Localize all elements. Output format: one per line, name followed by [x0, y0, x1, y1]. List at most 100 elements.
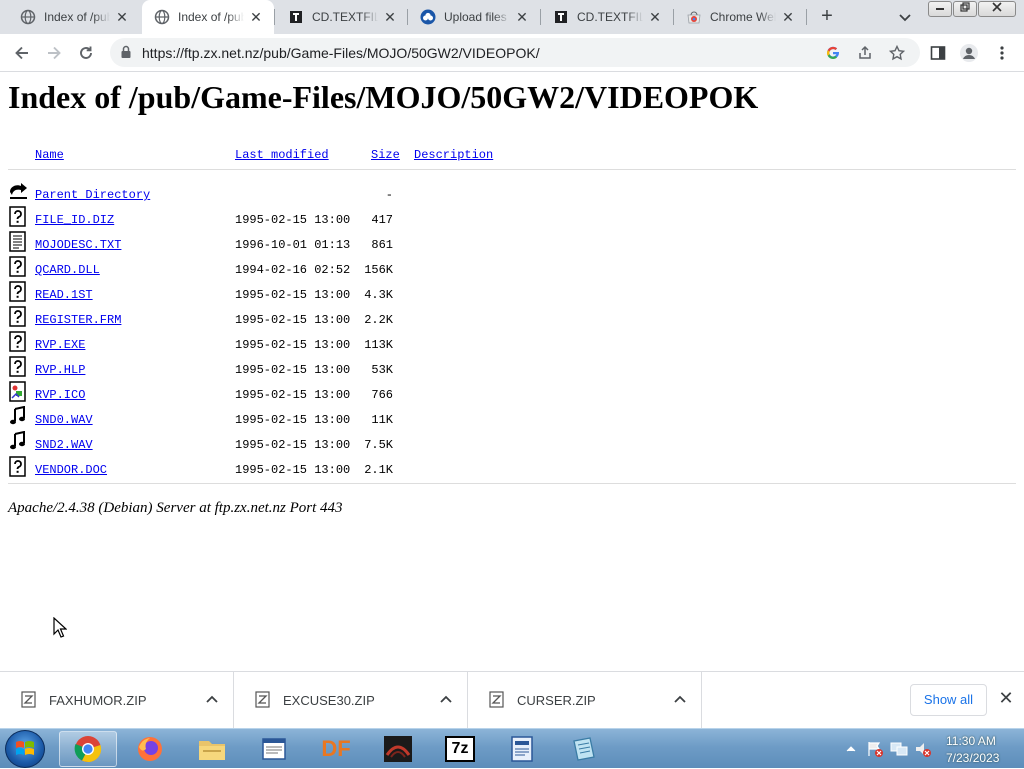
file-size: - [385, 188, 393, 202]
file-date: 1995-02-15 13:00 [235, 388, 351, 402]
side-panel-icon [930, 46, 946, 60]
action-center-flag-icon[interactable] [866, 740, 884, 758]
tab-chrome-web-store[interactable]: Chrome Web Store ✕ [674, 0, 806, 34]
firefox-taskbar-button[interactable] [121, 731, 179, 767]
close-icon[interactable]: ✕ [780, 9, 796, 25]
file-link[interactable]: RVP.EXE [35, 338, 85, 352]
minimize-button[interactable] [928, 1, 952, 17]
divider [8, 169, 1016, 170]
file-date: 1995-02-15 13:00 [235, 438, 351, 452]
webstore-icon [686, 9, 702, 25]
lock-icon[interactable] [120, 45, 132, 64]
chevron-up-icon[interactable] [846, 744, 856, 754]
chevron-up-icon[interactable] [205, 692, 219, 706]
7zip-taskbar-button[interactable]: 7z [431, 731, 489, 767]
image-file-icon [9, 381, 26, 402]
file-link[interactable]: REGISTER.FRM [35, 313, 121, 327]
df-taskbar-button[interactable]: DF [307, 731, 365, 767]
document-app-taskbar-button[interactable] [493, 731, 551, 767]
forward-button[interactable] [42, 41, 66, 65]
notepad2-taskbar-button[interactable] [555, 731, 613, 767]
column-header-name[interactable]: Name [35, 148, 64, 162]
close-icon[interactable]: ✕ [998, 689, 1014, 707]
close-icon[interactable]: ✕ [514, 9, 530, 25]
close-icon[interactable]: ✕ [248, 9, 264, 25]
file-link[interactable]: MOJODESC.TXT [35, 238, 121, 252]
address-bar[interactable]: https://ftp.zx.net.nz/pub/Game-Files/MOJ… [110, 38, 920, 67]
tab-textfiles-2[interactable]: CD.TEXTFILES.COM ✕ [541, 0, 673, 34]
file-row: RVP.HLP 1995-02-15 13:00 53K [0, 356, 600, 388]
tab-title: Index of /pub/Game-Files/MOJO [44, 10, 110, 24]
page-title: Index of /pub/Game-Files/MOJO/50GW2/VIDE… [8, 79, 759, 115]
tab-textfiles-1[interactable]: CD.TEXTFILES.COM ✕ [276, 0, 408, 34]
file-link[interactable]: RVP.ICO [35, 388, 85, 402]
explorer-taskbar-button[interactable] [183, 731, 241, 767]
clock-time[interactable]: 11:30 AM [946, 734, 996, 748]
file-link[interactable]: RVP.HLP [35, 363, 85, 377]
close-window-button[interactable] [978, 1, 1016, 17]
file-link[interactable]: QCARD.DLL [35, 263, 100, 277]
download-item[interactable]: CURSER.ZIP [468, 672, 702, 729]
chevron-down-icon[interactable] [896, 8, 914, 26]
tab-upload-files[interactable]: Upload files ✕ [408, 0, 540, 34]
show-all-button[interactable]: Show all [910, 684, 987, 716]
file-size: 417 [371, 213, 393, 227]
download-item[interactable]: EXCUSE30.ZIP [234, 672, 468, 729]
chrome-taskbar-button[interactable] [59, 731, 117, 767]
file-size: 156K [364, 263, 393, 277]
close-icon[interactable]: ✕ [114, 9, 130, 25]
close-icon[interactable]: ✕ [647, 9, 663, 25]
file-size: 7.5K [364, 438, 393, 452]
url-text[interactable]: https://ftp.zx.net.nz/pub/Game-Files/MOJ… [142, 45, 540, 61]
file-date: 1995-02-15 13:00 [235, 288, 351, 302]
unknown-file-icon [9, 281, 26, 302]
firefox-icon [138, 737, 162, 761]
file-date: 1995-02-15 13:00 [235, 413, 351, 427]
tab-title: Upload files [444, 10, 507, 24]
close-icon[interactable]: ✕ [382, 9, 398, 25]
7zip-label: 7z [451, 740, 469, 757]
restore-button[interactable] [953, 1, 977, 17]
tab-index-2-active[interactable]: Index of /pub/Game-Files/MOJO ✕ [142, 0, 274, 34]
parent-directory-link[interactable]: Parent Directory [35, 188, 150, 202]
chevron-up-icon[interactable] [673, 692, 687, 706]
new-tab-button[interactable]: + [815, 5, 839, 29]
column-header-last-modified[interactable]: Last modified [235, 148, 329, 162]
column-header-description[interactable]: Description [414, 148, 493, 162]
file-size: 861 [371, 238, 393, 252]
back-button[interactable] [10, 41, 34, 65]
menu-button[interactable] [990, 41, 1014, 65]
reload-button[interactable] [74, 41, 98, 65]
tab-separator [407, 9, 408, 25]
tab-title: CD.TEXTFILES.COM [577, 10, 643, 24]
file-link[interactable]: SND0.WAV [35, 413, 93, 427]
google-lens-icon[interactable] [824, 44, 842, 62]
share-icon[interactable] [856, 44, 874, 62]
tab-index-1[interactable]: Index of /pub/Game-Files/MOJO ✕ [8, 0, 140, 34]
file-link[interactable]: FILE_ID.DIZ [35, 213, 114, 227]
media-app-taskbar-button[interactable] [369, 731, 427, 767]
start-button[interactable] [5, 730, 45, 768]
bookmark-star-icon[interactable] [888, 44, 906, 62]
network-icon[interactable] [890, 740, 908, 758]
chevron-up-icon[interactable] [439, 692, 453, 706]
tab-title: Chrome Web Store [710, 10, 776, 24]
tab-title: CD.TEXTFILES.COM [312, 10, 378, 24]
clock-date[interactable]: 7/23/2023 [946, 751, 999, 765]
server-signature: Apache/2.4.38 (Debian) Server at ftp.zx.… [8, 500, 343, 516]
unknown-file-icon [9, 306, 26, 327]
divider [8, 483, 1016, 484]
column-header-size[interactable]: Size [371, 148, 400, 162]
notepad-taskbar-button[interactable] [245, 731, 303, 767]
file-link[interactable]: SND2.WAV [35, 438, 93, 452]
file-link[interactable]: VENDOR.DOC [35, 463, 107, 477]
profile-button[interactable] [957, 41, 981, 65]
volume-muted-icon[interactable] [914, 740, 932, 758]
file-size: 113K [364, 338, 393, 352]
download-item[interactable]: FAXHUMOR.ZIP [0, 672, 234, 729]
globe-icon [20, 9, 36, 25]
file-link[interactable]: READ.1ST [35, 288, 93, 302]
upload-cloud-icon [420, 9, 436, 25]
side-panel-button[interactable] [926, 41, 950, 65]
explorer-folder-icon [199, 741, 225, 760]
